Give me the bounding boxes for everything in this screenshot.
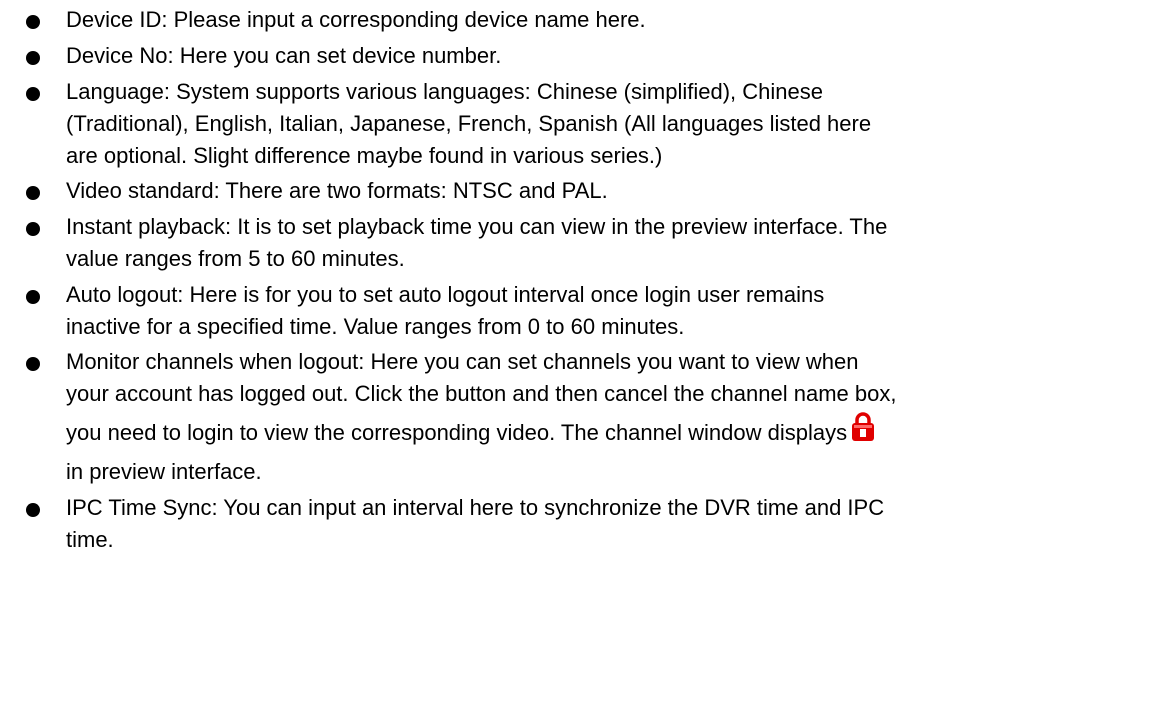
- bullet-dot: [26, 357, 40, 371]
- text-line: in preview interface.: [66, 459, 262, 484]
- text-line: (Traditional), English, Italian, Japanes…: [66, 111, 872, 136]
- bullet-dot: [26, 186, 40, 200]
- text-line: Device No: Here you can set device numbe…: [66, 43, 502, 68]
- list-item-text: IPC Time Sync: You can input an interval…: [66, 492, 1166, 556]
- document-page: Device ID: Please input a corresponding …: [0, 0, 1171, 702]
- list-item-text: Auto logout: Here is for you to set auto…: [66, 279, 1166, 343]
- text-line: Instant playback: It is to set playback …: [66, 214, 888, 239]
- text-line: you need to login to view the correspond…: [66, 420, 848, 445]
- text-line: Device ID: Please input a corresponding …: [66, 7, 646, 32]
- text-line: value ranges from 5 to 60 minutes.: [66, 246, 405, 271]
- text-line: IPC Time Sync: You can input an interval…: [66, 495, 885, 520]
- text-line: Video standard: There are two formats: N…: [66, 178, 608, 203]
- bullet-dot: [26, 222, 40, 236]
- lock-icon: [851, 412, 875, 442]
- bullet-dot: [26, 503, 40, 517]
- text-line: Language: System supports various langua…: [66, 79, 823, 104]
- text-line: inactive for a specified time. Value ran…: [66, 314, 685, 339]
- list-item-text: Language: System supports various langua…: [66, 76, 1166, 172]
- bullet-dot: [26, 87, 40, 101]
- text-line: Monitor channels when logout: Here you c…: [66, 349, 859, 374]
- list-item-text: Instant playback: It is to set playback …: [66, 211, 1166, 275]
- text-line: time.: [66, 527, 114, 552]
- list-item-text: Monitor channels when logout: Here you c…: [66, 346, 1166, 488]
- text-line: Auto logout: Here is for you to set auto…: [66, 282, 825, 307]
- text-line: are optional. Slight difference maybe fo…: [66, 143, 663, 168]
- list-item-text: Device No: Here you can set device numbe…: [66, 40, 1166, 72]
- list-item-text: Video standard: There are two formats: N…: [66, 175, 1166, 207]
- bullet-dot: [26, 290, 40, 304]
- bullet-dot: [26, 15, 40, 29]
- text-line: your account has logged out. Click the b…: [66, 381, 897, 406]
- bullet-dot: [26, 51, 40, 65]
- list-item-text: Device ID: Please input a corresponding …: [66, 4, 1166, 36]
- text-line-with-icon: you need to login to view the correspond…: [66, 410, 1166, 456]
